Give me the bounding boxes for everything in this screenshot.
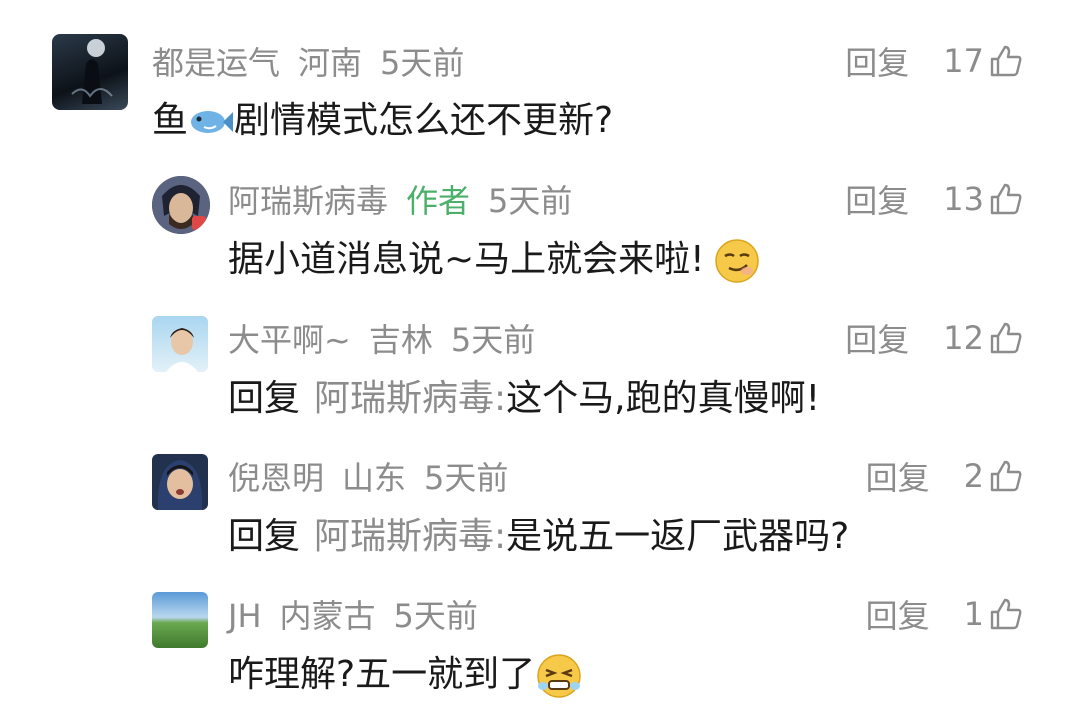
like-button[interactable]: 12 [943, 319, 1024, 357]
like-button[interactable]: 1 [964, 595, 1024, 633]
reply-button[interactable]: 回复 [845, 38, 909, 84]
comment-meta: 阿瑞斯病毒 作者 5天前 [228, 176, 590, 222]
avatar[interactable] [152, 592, 208, 648]
timestamp: 5天前 [380, 44, 465, 82]
avatar[interactable] [152, 176, 210, 234]
like-count: 17 [943, 42, 984, 80]
thumbs-up-icon[interactable] [988, 320, 1024, 356]
username[interactable]: JH [228, 597, 262, 635]
reply-button[interactable]: 回复 [866, 591, 930, 637]
username[interactable]: 都是运气 [152, 44, 280, 82]
author-badge: 作者 [406, 182, 471, 220]
thumbs-up-icon[interactable] [988, 596, 1024, 632]
comment-actions: 回复 12 [845, 315, 1024, 361]
comment-text: 鱼剧情模式怎么还不更新? [152, 100, 614, 141]
avatar[interactable] [52, 34, 128, 110]
like-button[interactable]: 17 [943, 42, 1024, 80]
avatar[interactable] [152, 316, 208, 372]
location: 河南 [298, 44, 363, 82]
grimace-emoji [537, 654, 581, 698]
reply-prefix: 回复 [228, 516, 301, 557]
like-button[interactable]: 13 [943, 180, 1024, 218]
comment-text: 据小道消息说~马上就会来啦! [228, 230, 761, 285]
reply-button[interactable]: 回复 [866, 453, 930, 499]
reply-prefix: 回复 [228, 378, 301, 419]
thumbs-up-icon[interactable] [988, 43, 1024, 79]
comment-text: 咋理解?五一就到了 [228, 645, 583, 700]
comment-text: 回复 阿瑞斯病毒:是说五一返厂武器吗? [228, 516, 850, 557]
like-count: 1 [963, 595, 984, 633]
fish-emoji [191, 111, 234, 133]
comment-meta: 都是运气 河南 5天前 [152, 38, 482, 84]
timestamp: 5天前 [424, 459, 509, 497]
reply-button[interactable]: 回复 [845, 176, 909, 222]
timestamp: 5天前 [450, 321, 536, 359]
reply-target[interactable]: 阿瑞斯病毒: [314, 378, 506, 419]
like-count: 2 [963, 457, 984, 495]
comment-actions: 回复 2 [866, 453, 1024, 499]
comment-actions: 回复 17 [845, 38, 1024, 84]
comment-text: 回复 阿瑞斯病毒:这个马,跑的真慢啊! [228, 378, 821, 419]
comment-actions: 回复 13 [845, 176, 1024, 222]
username[interactable]: 阿瑞斯病毒 [228, 182, 388, 220]
thumbs-up-icon[interactable] [988, 181, 1024, 217]
smirk-emoji [714, 239, 759, 283]
like-count: 13 [943, 180, 984, 218]
location: 吉林 [368, 321, 433, 359]
username[interactable]: 大平啊~ [228, 321, 351, 359]
username[interactable]: 倪恩明 [228, 459, 324, 497]
location: 山东 [342, 459, 407, 497]
reply-target[interactable]: 阿瑞斯病毒: [314, 516, 506, 557]
like-count: 12 [943, 319, 984, 357]
timestamp: 5天前 [488, 182, 573, 220]
comment-meta: JH 内蒙古 5天前 [228, 591, 496, 637]
thumbs-up-icon[interactable] [988, 458, 1024, 494]
reply-button[interactable]: 回复 [845, 315, 909, 361]
comment-actions: 回复 1 [866, 591, 1024, 637]
like-button[interactable]: 2 [964, 457, 1024, 495]
comment-meta: 大平啊~ 吉林 5天前 [228, 315, 553, 361]
avatar[interactable] [152, 454, 208, 510]
timestamp: 5天前 [393, 597, 478, 635]
comment-meta: 倪恩明 山东 5天前 [228, 453, 526, 499]
location: 内蒙古 [279, 597, 376, 635]
